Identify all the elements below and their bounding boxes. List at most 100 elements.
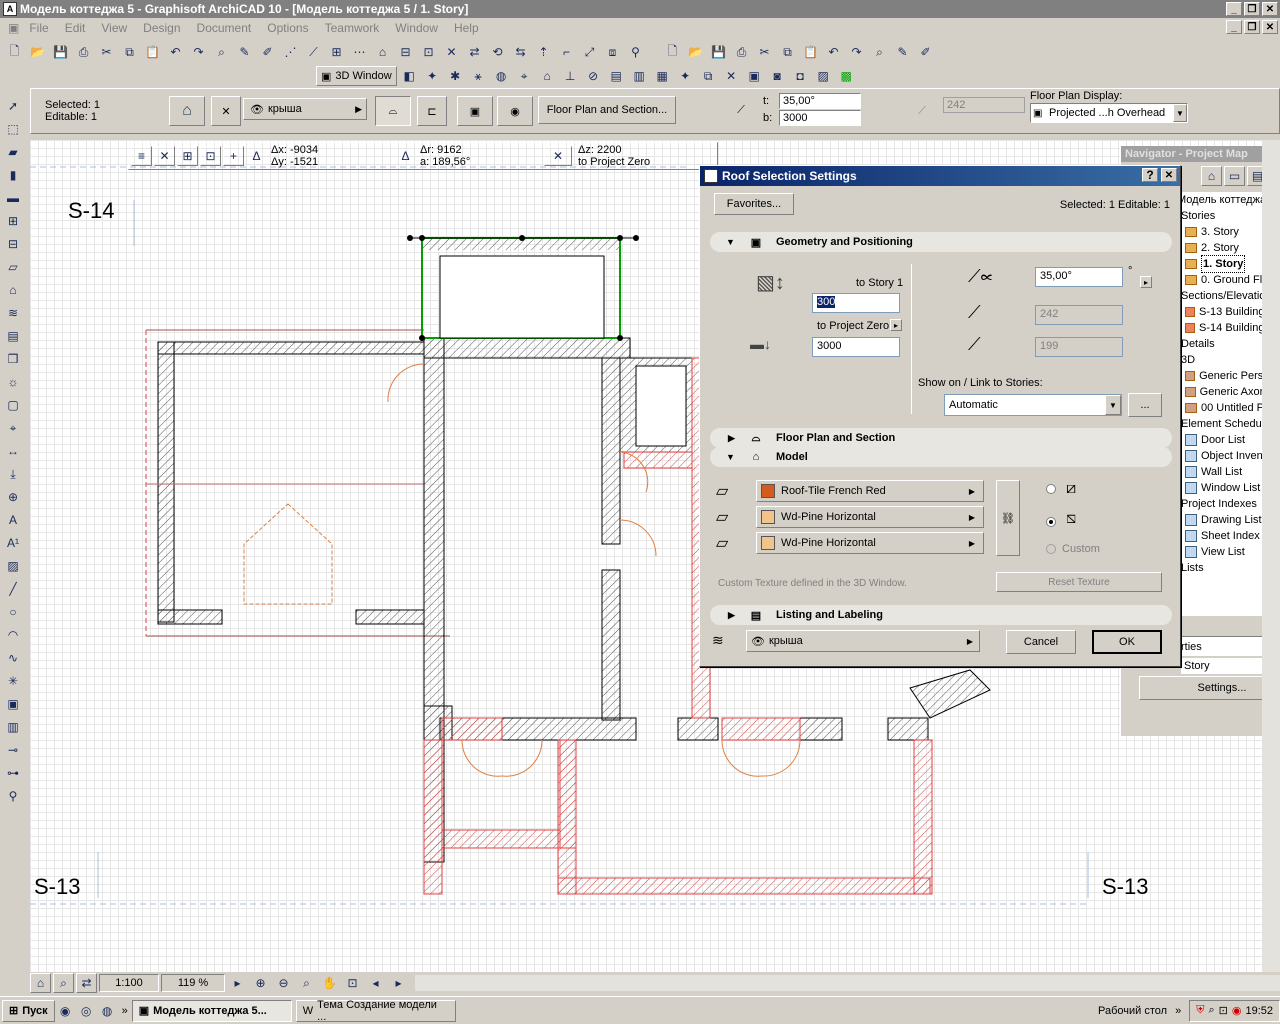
photo-icon[interactable]: ◘ (790, 66, 811, 86)
view-icon-1[interactable]: ⌂ (30, 973, 51, 993)
roof-settings-icon[interactable]: ⌂ (169, 96, 205, 126)
plan-roof-icon[interactable]: ⌓ (375, 96, 411, 126)
zoom-window-icon[interactable]: ⌕ (296, 973, 317, 993)
coord-menu-icon[interactable]: ≡ (131, 146, 152, 166)
paste-icon[interactable]: 📋 (142, 42, 163, 62)
figure-tool-icon[interactable]: ▣ (3, 694, 24, 714)
menu-document[interactable]: Document (189, 21, 260, 35)
grid-snap-icon[interactable]: ⊞ (326, 42, 347, 62)
new-icon[interactable]: 🗋 (4, 42, 25, 62)
layers-icon[interactable]: ⊟ (395, 42, 416, 62)
fit-icon[interactable]: ⊡ (342, 973, 363, 993)
fill-tool-icon[interactable]: ▨ (3, 556, 24, 576)
cross-icon[interactable]: ✕ (154, 146, 175, 166)
dz-value[interactable]: 2200 (597, 144, 621, 156)
undo-icon-2[interactable]: ↶ (823, 42, 844, 62)
layer-combo-icon[interactable]: ▥ (629, 66, 650, 86)
cut-icon[interactable]: ✂ (96, 42, 117, 62)
marquee-icon[interactable]: ⧉ (698, 66, 719, 86)
redo-icon[interactable]: ↷ (188, 42, 209, 62)
new-icon-2[interactable]: 🗋 (662, 42, 683, 62)
walk-icon[interactable]: ⚹ (468, 66, 489, 86)
text-tool-icon[interactable]: A (3, 510, 24, 530)
quicklaunch-icon-1[interactable]: ◉ (55, 1001, 76, 1021)
view-icon-2[interactable]: ⌕ (53, 973, 74, 993)
project-map-icon[interactable]: ⌂ (1201, 166, 1222, 186)
floor-plan-section-header[interactable]: ▶ ⌓ Floor Plan and Section (710, 428, 1172, 448)
ok-button[interactable]: OK (1092, 630, 1162, 654)
dr-value[interactable]: 9162 (437, 144, 461, 156)
texture-align-radio-2[interactable] (1046, 517, 1056, 527)
rotate-icon[interactable]: ⟲ (487, 42, 508, 62)
stretch-icon[interactable]: ⤢ (579, 42, 600, 62)
cut-plane-icon[interactable]: ⊘ (583, 66, 604, 86)
spline-tool-icon[interactable]: ∿ (3, 648, 24, 668)
start-button[interactable]: ⊞ Пуск (2, 999, 55, 1022)
sun-icon[interactable]: ✱ (445, 66, 466, 86)
a-value[interactable]: 189,56° (432, 156, 470, 168)
print-icon-2[interactable]: ⎙ (731, 42, 752, 62)
show-on-select[interactable]: Automatic ▼ (944, 394, 1122, 416)
elevate-icon[interactable]: ⇡ (533, 42, 554, 62)
split-icon[interactable]: ⚲ (625, 42, 646, 62)
camera-tool-icon[interactable]: ⌖ (3, 418, 24, 438)
shield-icon[interactable]: ⛨ (1196, 1004, 1204, 1017)
origin-icon[interactable]: + (223, 146, 244, 166)
lock-icon[interactable]: ▦ (652, 66, 673, 86)
zoom-arrow-icon[interactable]: ▸ (227, 973, 248, 993)
floor-plan-section-button[interactable]: Floor Plan and Section... (538, 96, 676, 124)
doc-close-button[interactable]: ✕ (1262, 20, 1278, 34)
guide-icon[interactable]: ⟋ (303, 42, 324, 62)
column-tool-icon[interactable]: ▮ (3, 165, 24, 185)
cut-icon-2[interactable]: ✂ (754, 42, 775, 62)
taskbar-archicad[interactable]: ▣ Модель коттеджа 5... (131, 999, 292, 1022)
side-material-select[interactable]: Wd-Pine Horizontal ▶ (756, 506, 984, 528)
door-tool-icon[interactable]: ⊟ (3, 234, 24, 254)
eyedropper-icon[interactable]: ✎ (892, 42, 913, 62)
drawing-tool-icon[interactable]: ▥ (3, 717, 24, 737)
zoom-out-icon[interactable]: ⊖ (273, 973, 294, 993)
roof-material-icon[interactable]: ◉ (497, 96, 533, 126)
plot-icon[interactable]: ▨ (813, 66, 834, 86)
find-select-icon[interactable]: ⌕ (211, 42, 232, 62)
circle-tool-icon[interactable]: ○ (3, 602, 24, 622)
fill-icon[interactable]: ✕ (721, 66, 742, 86)
top-material-select[interactable]: Roof-Tile French Red ▶ (756, 480, 984, 502)
undo-icon[interactable]: ↶ (165, 42, 186, 62)
vertical-scrollbar[interactable] (1262, 140, 1280, 972)
z-axis-icon[interactable]: ✕ (544, 146, 572, 166)
dimension-icon[interactable]: ⊡ (418, 42, 439, 62)
elevation-icon[interactable]: ⊥ (560, 66, 581, 86)
inject-icon[interactable]: ✐ (257, 42, 278, 62)
beam-tool-icon[interactable]: ▬ (3, 188, 24, 208)
angle-popup-icon[interactable]: ▸ (1140, 276, 1152, 288)
grid-icon[interactable]: ⋯ (349, 42, 370, 62)
bottom-material-select[interactable]: Wd-Pine Horizontal ▶ (756, 532, 984, 554)
dy-value[interactable]: -1521 (290, 156, 318, 168)
fp-display-select[interactable]: ▣ Projected ...h Overhead ▼ (1030, 103, 1188, 123)
show-on-more-button[interactable]: ... (1128, 393, 1162, 417)
drag-icon[interactable]: ⇄ (464, 42, 485, 62)
pen-icon[interactable]: ✦ (675, 66, 696, 86)
save-icon[interactable]: 💾 (50, 42, 71, 62)
open-icon-2[interactable]: 📂 (685, 42, 706, 62)
arrow-tool-icon[interactable]: ➚ (3, 96, 24, 116)
object-tool-icon[interactable]: ❒ (3, 349, 24, 369)
render-icon[interactable]: ◙ (767, 66, 788, 86)
lamp-tool-icon[interactable]: ☼ (3, 372, 24, 392)
minimize-button[interactable]: _ (1226, 2, 1242, 16)
grid-snap-coord-icon[interactable]: ⊞ (177, 146, 198, 166)
line-tool-icon[interactable]: ╱ (3, 579, 24, 599)
view-icon-3[interactable]: ⇄ (76, 973, 97, 993)
menu-teamwork[interactable]: Teamwork (317, 21, 388, 35)
pan-icon[interactable]: ✋ (319, 973, 340, 993)
view-map-icon[interactable]: ▭ (1224, 166, 1245, 186)
reference-popup-icon[interactable]: ▸ (890, 319, 902, 331)
zoom-in-icon[interactable]: ⊕ (250, 973, 271, 993)
record-icon[interactable]: ◉ (1232, 1004, 1242, 1017)
cancel-button[interactable]: Cancel (1006, 630, 1076, 654)
pick-up-icon[interactable]: ✎ (234, 42, 255, 62)
roof-tool-icon[interactable]: ⌂ (3, 280, 24, 300)
menu-file[interactable]: File (21, 21, 56, 35)
angle-input[interactable]: 35,00° (779, 93, 861, 109)
